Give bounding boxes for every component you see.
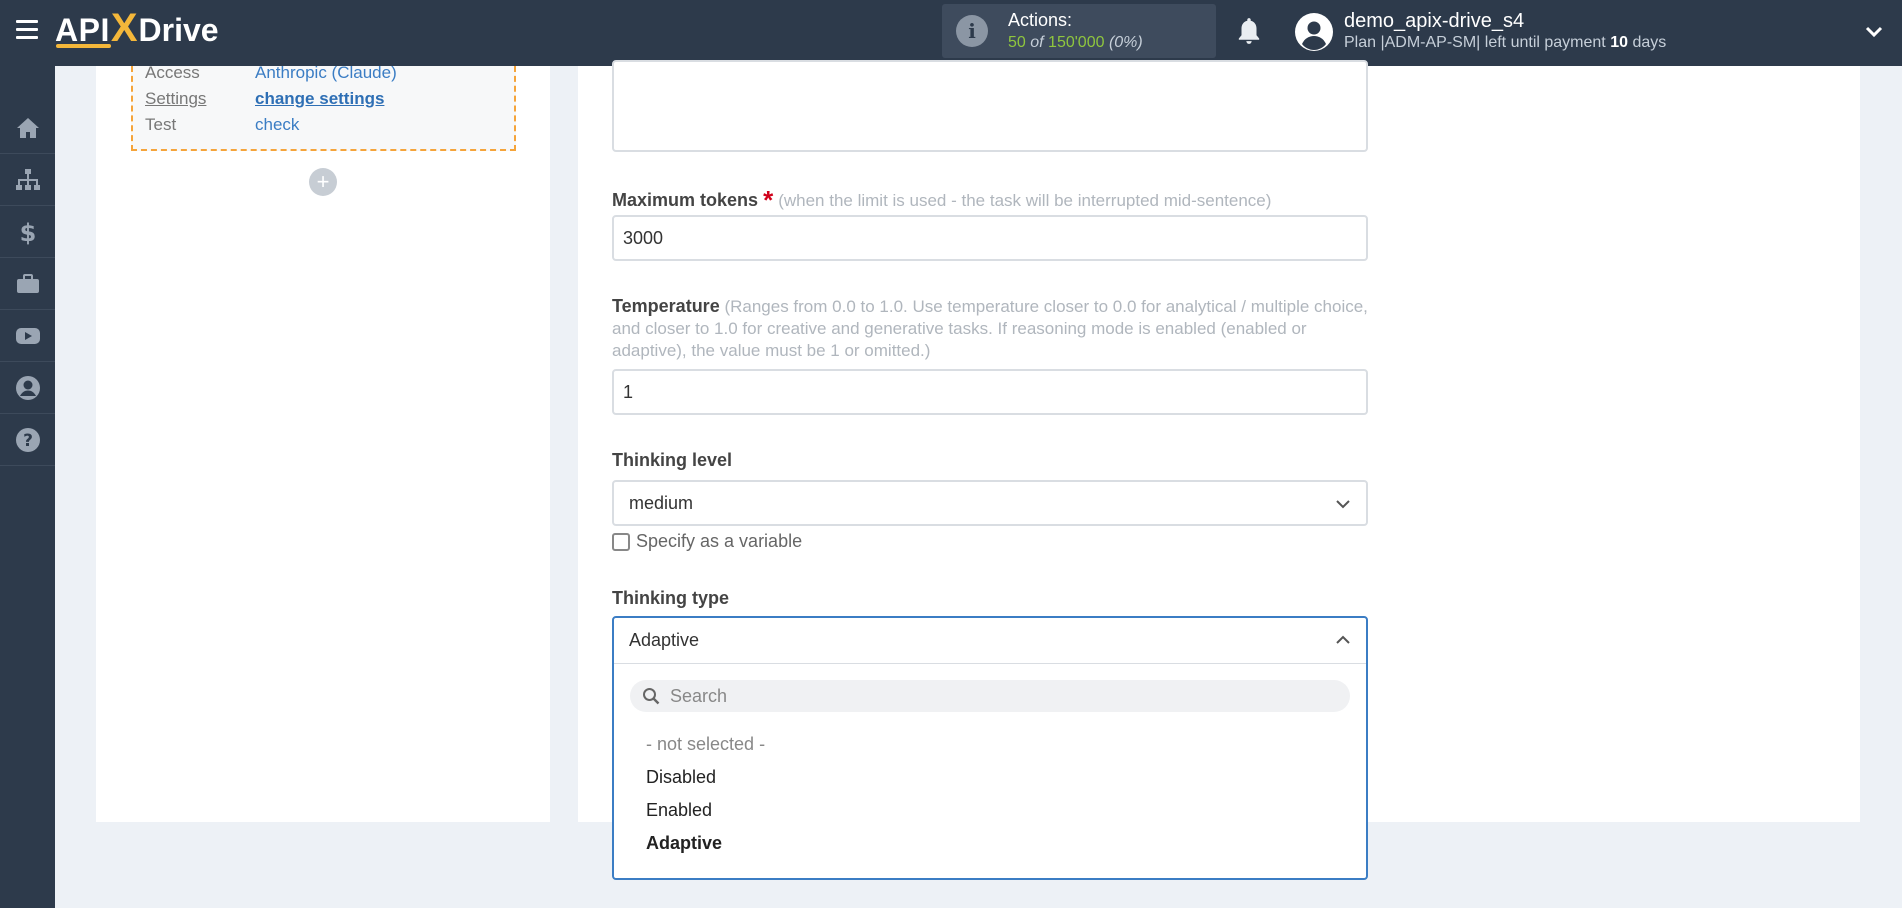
max-tokens-label: Maximum tokens * (when the limit is used…: [612, 185, 1272, 215]
logo-x: X: [110, 5, 138, 50]
bell-icon[interactable]: [1236, 16, 1262, 46]
specify-variable-row[interactable]: Specify as a variable: [612, 531, 802, 552]
sidebar: $ ?: [0, 66, 55, 908]
menu-icon[interactable]: [16, 20, 38, 40]
thinking-level-label: Thinking level: [612, 450, 733, 470]
temperature-label: Temperature (Ranges from 0.0 to 1.0. Use…: [612, 296, 1368, 360]
actions-counter: i Actions: 50 of 150'000 (0%): [942, 4, 1216, 58]
youtube-icon: [15, 327, 40, 344]
sidebar-item-account[interactable]: [0, 362, 55, 414]
logo-drive: Drive: [138, 11, 219, 48]
logo-api: API: [55, 11, 110, 48]
sidebar-item-videos[interactable]: [0, 310, 55, 362]
sidebar-item-help[interactable]: ?: [0, 414, 55, 466]
sidebar-item-connections[interactable]: [0, 154, 55, 206]
max-tokens-input[interactable]: 3000: [612, 215, 1368, 261]
chevron-up-icon: [1336, 635, 1350, 644]
thinking-type-select[interactable]: Adaptive: [614, 618, 1366, 664]
sidebar-item-projects[interactable]: [0, 258, 55, 310]
sitemap-icon: [15, 168, 40, 190]
help-icon: ?: [15, 427, 40, 452]
user-name[interactable]: demo_apix-drive_s4: [1344, 10, 1524, 33]
avatar-icon[interactable]: [1295, 13, 1333, 51]
temperature-input[interactable]: 1: [612, 369, 1368, 415]
top-bar: API X Drive i Actions: 50 of 150'000 (0%…: [0, 0, 1902, 66]
thinking-type-label: Thinking type: [612, 588, 729, 608]
logo-underline: [56, 44, 111, 48]
prompt-textarea[interactable]: [612, 60, 1368, 152]
sidebar-item-home[interactable]: [0, 102, 55, 154]
info-icon: i: [956, 15, 988, 47]
option-adaptive[interactable]: Adaptive: [646, 833, 722, 854]
sidebar-item-billing[interactable]: $: [0, 206, 55, 258]
access-link[interactable]: Anthropic (Claude): [255, 63, 397, 83]
option-enabled[interactable]: Enabled: [646, 800, 712, 821]
user-icon: [15, 375, 40, 400]
chevron-down-icon: [1336, 500, 1350, 509]
svg-text:$: $: [19, 219, 36, 245]
user-plan: Plan |ADM-AP-SM| left until payment 10 d…: [1344, 34, 1667, 51]
search-icon: [643, 688, 660, 705]
actions-value: 50 of 150'000 (0%): [1008, 34, 1143, 51]
step-block: Access Anthropic (Claude) Settings chang…: [131, 63, 516, 151]
change-settings-link[interactable]: change settings: [255, 89, 384, 109]
steps-panel: Access Anthropic (Claude) Settings chang…: [96, 63, 550, 822]
actions-label: Actions:: [1008, 10, 1073, 30]
svg-text:?: ?: [23, 431, 33, 451]
option-not-selected[interactable]: - not selected -: [646, 734, 765, 755]
briefcase-icon: [16, 273, 39, 293]
add-step-button[interactable]: +: [309, 168, 337, 196]
thinking-level-select[interactable]: medium: [612, 480, 1368, 526]
chevron-down-icon[interactable]: [1864, 22, 1884, 42]
dollar-icon: $: [19, 219, 36, 245]
option-disabled[interactable]: Disabled: [646, 767, 716, 788]
specify-variable-checkbox[interactable]: [612, 532, 630, 551]
check-link[interactable]: check: [255, 115, 299, 135]
thinking-type-dropdown[interactable]: Adaptive Search - not selected - Disable…: [612, 616, 1368, 880]
home-icon: [16, 117, 39, 138]
dropdown-search-input[interactable]: Search: [630, 680, 1350, 712]
